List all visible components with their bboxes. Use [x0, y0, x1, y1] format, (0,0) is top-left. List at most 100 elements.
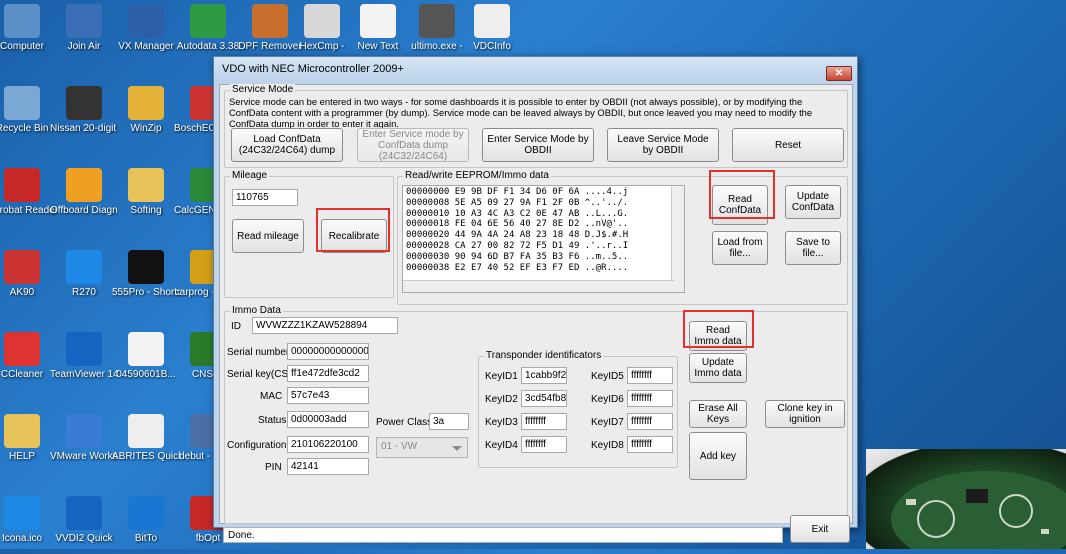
- key-id-label: KeyID7: [591, 417, 624, 428]
- clone-key-button[interactable]: Clone key in ignition: [765, 400, 845, 428]
- update-immo-button[interactable]: Update Immo data: [689, 353, 747, 383]
- desktop-icon[interactable]: Offboard Diagnostic...: [50, 168, 118, 216]
- acrobat-icon: [4, 168, 40, 202]
- enter-service-by-dump-button[interactable]: Enter Service mode by ConfData dump (24C…: [357, 128, 469, 162]
- desktop-icon-label: TeamViewer 14: [50, 369, 118, 380]
- read-mileage-button[interactable]: Read mileage: [232, 219, 304, 253]
- key-id-input[interactable]: 3cd54fb8: [521, 390, 567, 407]
- desktop-icon[interactable]: AK90: [0, 250, 56, 298]
- dpf-icon: [252, 4, 288, 38]
- configuration-input[interactable]: 210106220100: [287, 436, 369, 453]
- add-key-button[interactable]: Add key: [689, 432, 747, 480]
- mileage-input[interactable]: 110765: [232, 189, 298, 206]
- brand-select-value: 01 - VW: [381, 441, 418, 452]
- erase-all-keys-button[interactable]: Erase All Keys: [689, 400, 747, 428]
- brand-select[interactable]: 01 - VW: [376, 437, 468, 458]
- desktop-icon[interactable]: Icona.ico: [0, 496, 56, 544]
- desktop-icon-label: New Text: [357, 41, 399, 52]
- enter-service-obd-button[interactable]: Enter Service Mode by OBDII: [482, 128, 594, 162]
- desktop-icon[interactable]: Softing: [112, 168, 180, 216]
- icona-icon: [4, 496, 40, 530]
- title-bar[interactable]: VDO with NEC Microcontroller 2009+ ✕: [214, 57, 857, 81]
- key-id-input[interactable]: ffffffff: [627, 367, 673, 384]
- desktop-icon-label: Acrobat Reader DC: [0, 205, 56, 216]
- desktop-icon[interactable]: New Text: [344, 4, 412, 52]
- key-id-input[interactable]: ffffffff: [627, 390, 673, 407]
- hex-line: 00000030 90 94 6D B7 FA 35 B3 F6 ..m..5.…: [406, 251, 629, 262]
- ultimo-icon: [419, 4, 455, 38]
- desktop-icon-label: Recycle Bin: [0, 123, 49, 134]
- nissan-lock-icon: [66, 86, 102, 120]
- desktop-icon-label: Computer: [0, 41, 44, 52]
- desktop-icon-label: Autodata 3.38: [176, 41, 240, 52]
- close-icon: ✕: [834, 68, 844, 79]
- load-from-file-button[interactable]: Load from file...: [712, 231, 768, 265]
- save-to-file-button[interactable]: Save to file...: [785, 231, 841, 265]
- desktop-icon[interactable]: Join Air: [50, 4, 118, 52]
- desktop-icon-label: VVDI2 Quick: [55, 533, 113, 544]
- ak90-icon: [4, 250, 40, 284]
- key-id-input[interactable]: ffffffff: [521, 413, 567, 430]
- desktop-icon[interactable]: Autodata 3.38: [174, 4, 242, 52]
- mileage-legend: Mileage: [230, 170, 270, 181]
- folder-icon: [128, 168, 164, 202]
- desktop-icon[interactable]: 555Pro - Shortcut: [112, 250, 180, 298]
- desktop-icon[interactable]: VMware Workstation: [50, 414, 118, 462]
- desktop-icon-label: VDCInfo: [473, 41, 511, 52]
- desktop-icon[interactable]: BitTo: [112, 496, 180, 544]
- file-icon: [128, 332, 164, 366]
- desktop-icon[interactable]: CCleaner: [0, 332, 56, 380]
- horizontal-scrollbar[interactable]: [403, 280, 674, 292]
- leave-service-obd-button[interactable]: Leave Service Mode by OBDII: [607, 128, 719, 162]
- update-confdata-button[interactable]: Update ConfData: [785, 185, 841, 219]
- pin-input[interactable]: 42141: [287, 458, 369, 475]
- mac-input[interactable]: 57c7e43: [287, 387, 369, 404]
- serial-number-input[interactable]: 00000000000000: [287, 343, 369, 360]
- serial-key-input[interactable]: ff1e472dfe3cd2: [287, 365, 369, 382]
- desktop-icon[interactable]: Acrobat Reader DC: [0, 168, 56, 216]
- id-input[interactable]: WVWZZZ1KZAW528894: [252, 317, 398, 334]
- eeprom-hex-view[interactable]: 00000000 E9 9B DF F1 34 D6 0F 6A ....4..…: [402, 185, 685, 293]
- key-id-input[interactable]: ffffffff: [627, 413, 673, 430]
- desktop-icon[interactable]: Recycle Bin: [0, 86, 56, 134]
- read-confdata-highlight: [709, 170, 775, 219]
- mac-label: MAC: [260, 391, 283, 402]
- autodata-icon: [190, 4, 226, 38]
- hex-line: 00000018 FE 04 6E 56 40 27 8E D2 ..nV@'.…: [406, 219, 629, 230]
- desktop-icon[interactable]: VDCInfo: [458, 4, 526, 52]
- key-id-input[interactable]: 1cabb9f2: [521, 367, 567, 384]
- serial-number-label: Serial number: [227, 347, 290, 358]
- vertical-scrollbar[interactable]: [671, 186, 684, 292]
- desktop-icon-label: Softing: [130, 205, 162, 216]
- exit-button[interactable]: Exit: [790, 515, 850, 543]
- key-id-input[interactable]: ffffffff: [521, 436, 567, 453]
- desktop-icon[interactable]: Nissan 20-digit PI...: [50, 86, 118, 134]
- 3g-icon: [66, 4, 102, 38]
- reset-button[interactable]: Reset: [732, 128, 844, 162]
- eeprom-legend: Read/write EEPROM/Immo data: [403, 170, 551, 181]
- load-confdata-button[interactable]: Load ConfData (24C32/24C64) dump: [231, 128, 343, 162]
- desktop-icon-label: AK90: [9, 287, 35, 298]
- close-button[interactable]: ✕: [826, 66, 852, 81]
- status-input[interactable]: 0d00003add: [287, 411, 369, 428]
- desktop-icon[interactable]: TeamViewer 14: [50, 332, 118, 380]
- transponder-legend: Transponder identificators: [484, 350, 604, 361]
- immo-group: Immo Data ID WVWZZZ1KZAW528894 Serial nu…: [224, 305, 848, 524]
- help-folder-icon: [4, 414, 40, 448]
- hex-line: 00000008 5E A5 09 27 9A F1 2F 0B ^..'../…: [406, 197, 629, 208]
- desktop-icon[interactable]: R270: [50, 250, 118, 298]
- desktop-icon[interactable]: Computer: [0, 4, 56, 52]
- key-id-label: KeyID3: [485, 417, 518, 428]
- desktop-icon[interactable]: 04590601B...: [112, 332, 180, 380]
- webcam-inset-pcb: [866, 449, 1066, 554]
- key-id-label: KeyID2: [485, 394, 518, 405]
- desktop-icon[interactable]: VVDI2 Quick: [50, 496, 118, 544]
- vmware-icon: [66, 414, 102, 448]
- desktop-icon[interactable]: WinZip: [112, 86, 180, 134]
- power-class-input[interactable]: 3a: [429, 413, 469, 430]
- hexcmp-icon: [304, 4, 340, 38]
- key-id-input[interactable]: ffffffff: [627, 436, 673, 453]
- desktop-icon[interactable]: ABRITES Quick Start: [112, 414, 180, 462]
- desktop-icon[interactable]: HELP: [0, 414, 56, 462]
- desktop-icon[interactable]: VX Manager: [112, 4, 180, 52]
